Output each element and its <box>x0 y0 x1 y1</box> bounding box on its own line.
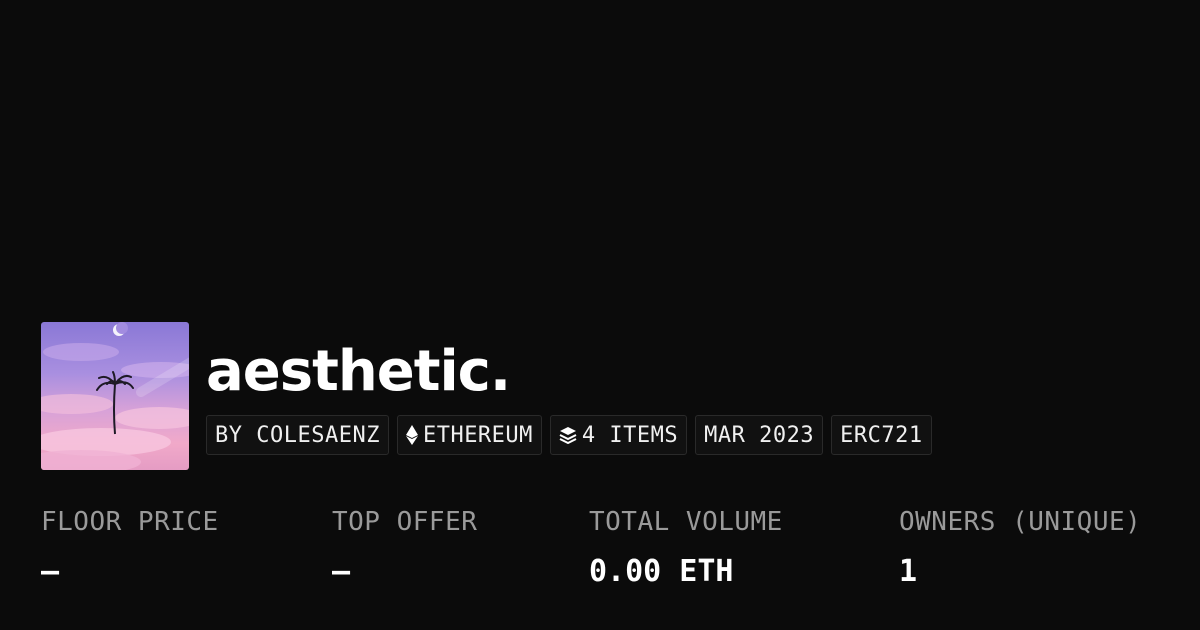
stat-label: OWNERS (UNIQUE) <box>899 507 1142 537</box>
creator-label: BY COLESAENZ <box>215 422 380 448</box>
stat-owners: OWNERS (UNIQUE) 1 <box>899 502 1141 592</box>
stat-value: 1 <box>899 554 918 589</box>
stat-floor-price: FLOOR PRICE — <box>41 502 219 592</box>
chain-label: ETHEREUM <box>422 422 533 448</box>
collection-meta-chips: BY COLESAENZ ETHEREUM 4 ITEMS MAR 2023 E… <box>206 415 932 455</box>
standard-chip: ERC721 <box>831 415 932 455</box>
creator-chip[interactable]: BY COLESAENZ <box>206 415 389 455</box>
palm-tree-sunset-image <box>41 322 189 470</box>
chain-chip[interactable]: ETHEREUM <box>396 415 542 455</box>
stat-label: FLOOR PRICE <box>41 507 219 537</box>
layers-icon <box>559 426 577 444</box>
stat-label: TOTAL VOLUME <box>589 507 783 537</box>
ethereum-icon <box>405 425 418 445</box>
stat-value: 0.00 ETH <box>589 554 734 589</box>
collection-title: aesthetic. <box>206 339 511 404</box>
stat-value: — <box>41 554 60 589</box>
stat-total-volume: TOTAL VOLUME 0.00 ETH <box>589 502 783 592</box>
stat-top-offer: TOP OFFER — <box>332 502 477 592</box>
date-chip: MAR 2023 <box>695 415 824 455</box>
date-label: MAR 2023 <box>704 422 815 448</box>
standard-label: ERC721 <box>840 422 923 448</box>
items-label: 4 ITEMS <box>581 422 679 448</box>
collection-avatar[interactable] <box>41 322 189 470</box>
stat-label: TOP OFFER <box>332 507 478 537</box>
collection-card: aesthetic. BY COLESAENZ ETHEREUM 4 ITEMS… <box>0 0 1200 630</box>
items-chip[interactable]: 4 ITEMS <box>549 415 688 455</box>
stat-value: — <box>332 554 351 589</box>
